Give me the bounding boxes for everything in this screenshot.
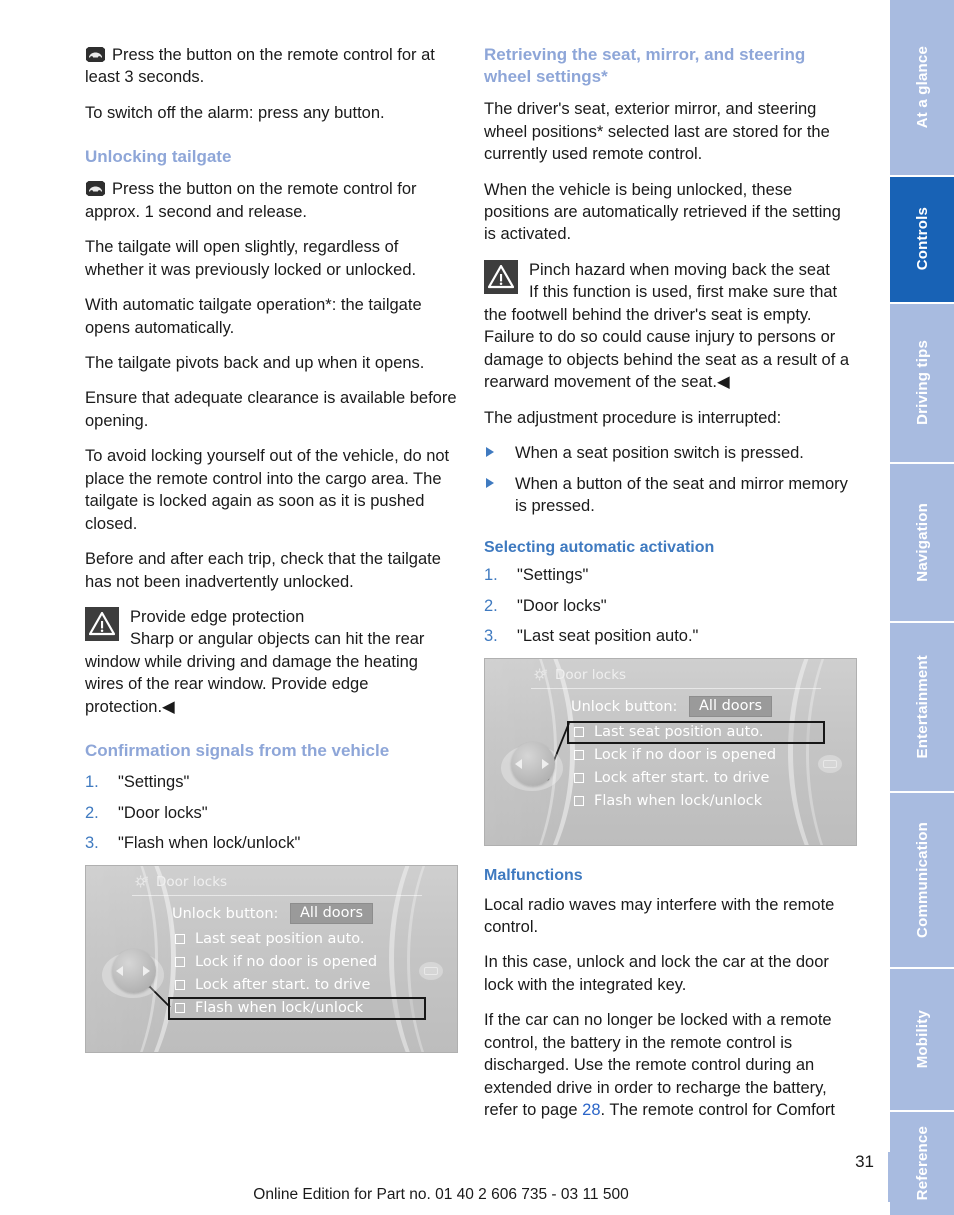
sidebar-tab-controls[interactable]: Controls — [890, 176, 954, 302]
list-item: When a button of the seat and mirror mem… — [484, 474, 857, 518]
sidebar-tab-at-a-glance[interactable]: At a glance — [890, 0, 954, 175]
triangle-bullet-icon — [486, 446, 494, 457]
page-number: 31 — [855, 1152, 874, 1171]
step-number: 1. — [85, 773, 99, 792]
battery-discharged-paragraph: If the car can no longer be locked with … — [484, 1009, 857, 1121]
step-text: "Settings" — [118, 773, 190, 792]
tab-label: Communication — [913, 822, 931, 939]
page-reference-link[interactable]: 28 — [582, 1101, 600, 1119]
warning-triangle-icon — [484, 259, 518, 294]
tab-label: Navigation — [913, 503, 931, 582]
battery-text-part2: . The remote control for Comfort — [600, 1101, 835, 1120]
warning-body: If this function is used, first make sur… — [484, 283, 850, 391]
selecting-steps-list: 1. "Settings" 2. "Door locks" 3. "Last s… — [484, 565, 857, 647]
footer-edition-text: Online Edition for Part no. 01 40 2 606 … — [253, 1186, 629, 1203]
warning-triangle-icon — [85, 606, 119, 641]
bullet-text: When a button of the seat and mirror mem… — [515, 474, 848, 515]
side-button-icon — [424, 966, 438, 975]
tailgate-open-paragraph: The tailgate will open slightly, regardl… — [85, 238, 417, 279]
step-number: 2. — [85, 803, 99, 822]
confirmation-steps-list: 1. "Settings" 2. "Door locks" 3. "Flash … — [85, 772, 458, 854]
sidebar-tab-entertainment[interactable]: Entertainment — [890, 622, 954, 792]
list-item: 1. "Settings" — [484, 565, 857, 586]
clearance-paragraph: Ensure that adequate clearance is availa… — [85, 389, 457, 430]
idrive-screenshot-door-locks-flash: Door locks Unlock button: All doors Last… — [85, 864, 458, 1053]
auto-retrieve-paragraph: When the vehicle is being unlocked, thes… — [484, 180, 841, 244]
remote-button-1s-text: Press the button on the remote control f… — [85, 180, 417, 221]
integrated-key-paragraph: In this case, unlock and lock the car at… — [484, 953, 829, 994]
switch-off-alarm-paragraph: To switch off the alarm: press any butto… — [85, 103, 385, 122]
warning-edge-protection: Provide edge protection Sharp or angular… — [85, 606, 458, 718]
list-item: 3. "Flash when lock/unlock" — [85, 833, 458, 854]
tab-label: Controls — [913, 207, 931, 271]
list-item: When a seat position switch is pressed. — [484, 443, 857, 465]
knob-arrow-right-icon[interactable] — [542, 758, 549, 769]
sidebar-tab-driving-tips[interactable]: Driving tips — [890, 303, 954, 463]
stored-positions-paragraph: The driver's seat, exterior mirror, and … — [484, 100, 830, 164]
warning-title: Pinch hazard when moving back the seat — [529, 260, 830, 279]
idrive-side-button[interactable] — [818, 754, 842, 773]
list-item: 2. "Door locks" — [85, 803, 458, 824]
knob-arrow-left-icon[interactable] — [515, 758, 522, 769]
lockout-paragraph: To avoid locking yourself out of the veh… — [85, 447, 450, 533]
step-text: "Door locks" — [517, 596, 607, 615]
check-tailgate-paragraph: Before and after each trip, check that t… — [85, 550, 441, 591]
idrive-screenshot-door-locks-last-seat: Door locks Unlock button: All doors Last… — [484, 657, 857, 846]
sidebar-tab-mobility[interactable]: Mobility — [890, 969, 954, 1110]
remote-button-3s-paragraph: Press the button on the remote control f… — [85, 44, 458, 89]
triangle-bullet-icon — [486, 477, 494, 488]
radio-interference-paragraph: Local radio waves may interfere with the… — [484, 895, 835, 937]
tab-label: Mobility — [913, 1010, 931, 1069]
step-number: 3. — [484, 627, 498, 646]
remote-button-3s-text: Press the button on the remote control f… — [85, 46, 435, 87]
warning-body: Sharp or angular objects can hit the rea… — [85, 630, 425, 716]
step-text: "Flash when lock/unlock" — [118, 834, 301, 853]
warning-pinch-hazard: Pinch hazard when moving back the seat I… — [484, 259, 857, 394]
bullet-text: When a seat position switch is pressed. — [515, 443, 804, 462]
step-text: "Last seat position auto." — [517, 627, 699, 646]
step-number: 3. — [85, 834, 99, 853]
left-column: Press the button on the remote control f… — [85, 44, 458, 1053]
idrive-side-button[interactable] — [419, 961, 443, 980]
step-text: "Settings" — [517, 566, 589, 585]
warning-title: Provide edge protection — [130, 607, 305, 626]
heading-selecting-automatic-activation: Selecting automatic activation — [484, 538, 715, 556]
chapter-tabs-sidebar: At a glance Controls Driving tips Naviga… — [890, 0, 954, 1215]
remote-control-car-icon — [85, 47, 106, 63]
tailgate-pivot-paragraph: The tailgate pivots back and up when it … — [85, 354, 425, 373]
knob-arrow-right-icon[interactable] — [143, 965, 150, 976]
sidebar-tab-navigation[interactable]: Navigation — [890, 464, 954, 621]
idrive-controller-knob[interactable] — [501, 737, 563, 799]
tab-label: Entertainment — [913, 655, 931, 759]
automatic-tailgate-paragraph: With automatic tailgate operation*: the … — [85, 296, 422, 337]
step-number: 1. — [484, 566, 498, 585]
list-item: 3. "Last seat position auto." — [484, 626, 857, 647]
heading-malfunctions: Malfunctions — [484, 866, 583, 884]
knob-arrow-left-icon[interactable] — [116, 965, 123, 976]
list-item: 1. "Settings" — [85, 772, 458, 793]
idrive-controller-knob[interactable] — [102, 944, 164, 1006]
heading-confirmation-signals: Confirmation signals from the vehicle — [85, 741, 390, 761]
remote-control-trunk-icon — [85, 181, 106, 197]
remote-button-1s-paragraph: Press the button on the remote control f… — [85, 178, 458, 223]
right-column: Retrieving the seat, mirror, and steerin… — [484, 44, 857, 1135]
interrupt-conditions-list: When a seat position switch is pressed. … — [484, 443, 857, 518]
tab-label: At a glance — [913, 46, 931, 129]
heading-retrieving-settings: Retrieving the seat, mirror, and steerin… — [484, 45, 806, 87]
step-text: "Door locks" — [118, 803, 208, 822]
heading-unlocking-tailgate: Unlocking tailgate — [85, 147, 232, 167]
side-button-icon — [823, 759, 837, 768]
tab-label: Driving tips — [913, 340, 931, 426]
step-number: 2. — [484, 596, 498, 615]
manual-page: Press the button on the remote control f… — [0, 0, 954, 1215]
sidebar-tab-communication[interactable]: Communication — [890, 793, 954, 968]
list-item: 2. "Door locks" — [484, 596, 857, 617]
adjustment-interrupted-paragraph: The adjustment procedure is interrupted: — [484, 409, 782, 428]
